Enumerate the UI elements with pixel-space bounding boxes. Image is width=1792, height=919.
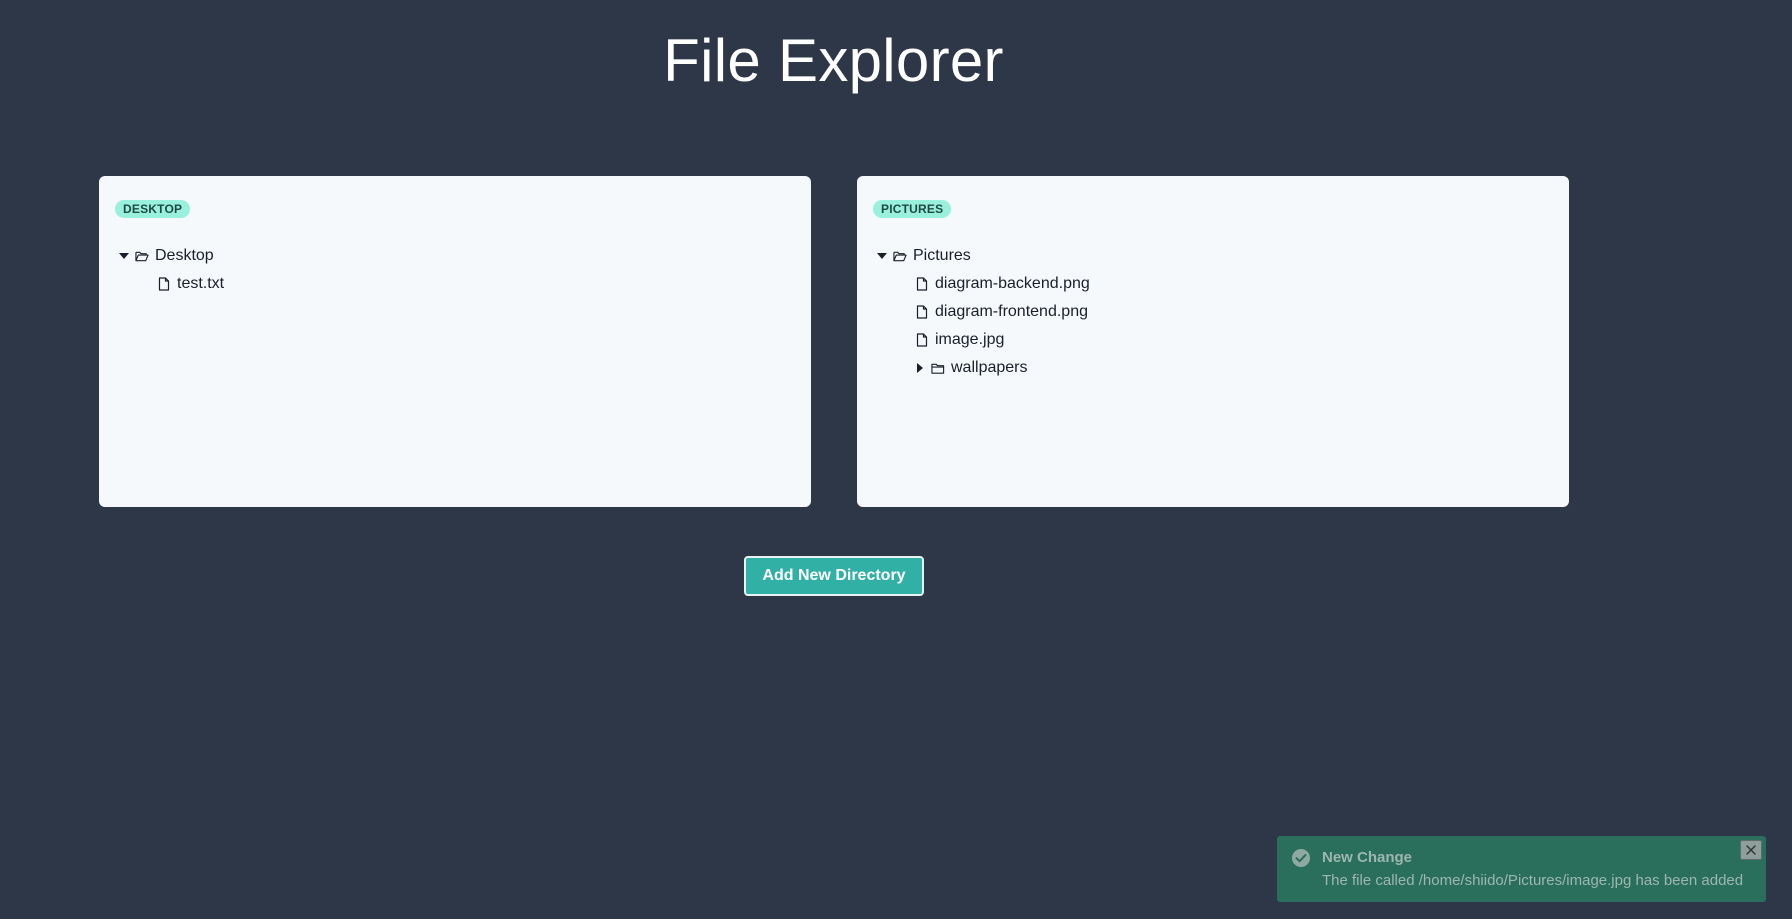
notification-toast: New Change The file called /home/shiido/… [1277,836,1766,902]
panel-badge: DESKTOP [115,200,191,218]
tree-item-file[interactable]: test.txt [117,270,224,298]
desktop-panel: DESKTOP Desktop test.txt [99,176,811,507]
tree-item-file[interactable]: diagram-frontend.png [875,298,1090,326]
file-icon [915,277,929,291]
file-icon [157,277,171,291]
caret-right-icon[interactable] [913,361,927,375]
tree-root-pictures[interactable]: Pictures [875,242,1090,270]
directory-tree: Desktop test.txt [117,242,224,298]
toast-message: The file called /home/shiido/Pictures/im… [1322,872,1744,889]
page-title: File Explorer [663,27,1004,94]
tree-item-file[interactable]: diagram-backend.png [875,270,1090,298]
tree-item-label: wallpapers [951,359,1028,376]
pictures-panel: PICTURES Pictures diagram-backend.png di… [857,176,1569,507]
caret-down-icon[interactable] [117,249,131,263]
file-icon [915,305,929,319]
directory-tree: Pictures diagram-backend.png diagram-fro… [875,242,1090,382]
tree-item-folder[interactable]: wallpapers [875,354,1090,382]
folder-open-icon [135,249,149,263]
check-circle-icon [1291,848,1311,868]
close-icon[interactable] [1740,840,1762,860]
folder-open-icon [893,249,907,263]
tree-item-label: test.txt [177,275,225,292]
tree-item-file[interactable]: image.jpg [875,326,1090,354]
tree-root-desktop[interactable]: Desktop [117,242,224,270]
tree-item-label: diagram-frontend.png [935,303,1088,320]
tree-item-label: Pictures [913,247,971,264]
panel-badge: PICTURES [873,200,952,218]
tree-item-label: image.jpg [935,331,1005,348]
tree-item-label: diagram-backend.png [935,275,1090,292]
caret-down-icon[interactable] [875,249,889,263]
folder-icon [931,361,945,375]
file-explorer-page: File Explorer DESKTOP Desktop test.txt P… [0,0,1792,919]
file-icon [915,333,929,347]
add-directory-button[interactable]: Add New Directory [744,556,924,596]
tree-item-label: Desktop [155,247,214,264]
toast-title: New Change [1322,849,1413,866]
